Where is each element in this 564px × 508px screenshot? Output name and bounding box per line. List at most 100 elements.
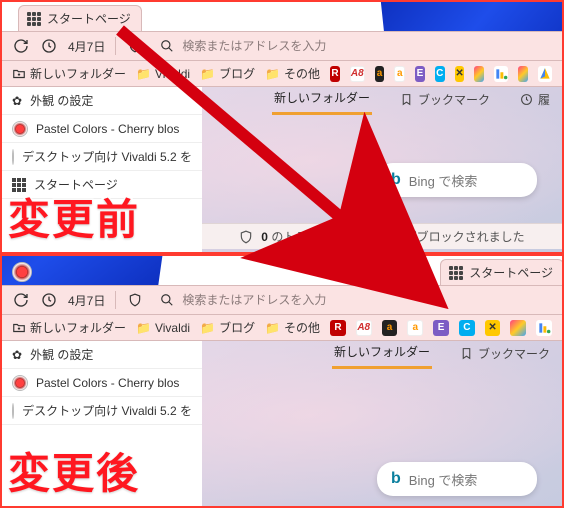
bm-label: その他 xyxy=(284,65,320,82)
bookmark-icon-e[interactable]: E xyxy=(433,320,449,336)
bookmarks-vivaldi[interactable]: 📁 Vivaldi xyxy=(136,67,190,81)
bm-label: Vivaldi xyxy=(155,67,190,81)
shield-icon[interactable] xyxy=(126,291,144,309)
bookmark-icon-ads1[interactable] xyxy=(494,66,508,82)
bing-logo-icon: b xyxy=(391,470,401,488)
before-panel: スタートページ 4月7日 新しいフォルダー 📁 Vivaldi 📁 ブログ xyxy=(0,0,564,254)
bookmark-icon-amazon2[interactable]: a xyxy=(407,320,423,336)
bookmarks-blog[interactable]: 📁 ブログ xyxy=(200,319,255,336)
bookmark-icon-color1[interactable] xyxy=(510,320,526,336)
bookmarks-bar: 新しいフォルダー 📁 Vivaldi 📁 ブログ 📁 その他 R A8 a a … xyxy=(2,61,562,87)
navtab-new-folder[interactable]: 新しいフォルダー xyxy=(332,343,432,369)
toolbar-separator xyxy=(115,291,116,309)
bookmarks-new-folder[interactable]: 新しいフォルダー xyxy=(12,65,126,82)
tab-label: ブックマーク xyxy=(418,91,490,108)
bookmark-icon-color2[interactable] xyxy=(518,66,528,82)
address-input[interactable] xyxy=(182,39,546,53)
bookmark-icon-rakuten[interactable]: R xyxy=(330,66,340,82)
bookmarks-vivaldi[interactable]: 📁 Vivaldi xyxy=(136,321,190,335)
tab-label: スタートページ xyxy=(469,264,553,281)
vivaldi-icon xyxy=(12,403,14,419)
bookmarks-new-folder[interactable]: 新しいフォルダー xyxy=(12,319,126,336)
bing-search-pill[interactable]: b Bing で検索 xyxy=(377,462,537,496)
address-bar[interactable] xyxy=(154,289,552,311)
bookmark-icon-c[interactable]: C xyxy=(459,320,475,336)
navtab-bookmark[interactable]: ブックマーク xyxy=(398,91,492,114)
panel-item-pastel[interactable]: Pastel Colors - Cherry blos xyxy=(2,115,202,143)
history-icon xyxy=(520,93,533,106)
tab-label: ブックマーク xyxy=(478,345,550,362)
start-page-tab[interactable]: スタートページ xyxy=(18,5,142,31)
bookmark-icon-amazon1[interactable]: a xyxy=(375,66,385,82)
panel-appearance-settings[interactable]: ✿ 外観 の設定 xyxy=(2,87,202,115)
bing-search-pill[interactable]: b Bing で検索 xyxy=(377,163,537,197)
panel-item-desktop-vivaldi[interactable]: デスクトップ向け Vivaldi 5.2 を xyxy=(2,143,202,171)
bookmark-icon-a8[interactable]: A8 xyxy=(350,66,365,82)
panel-item-label: デスクトップ向け Vivaldi 5.2 を xyxy=(22,148,192,165)
before-label: 変更前 xyxy=(8,186,140,247)
tab-label: 新しいフォルダー xyxy=(274,89,370,106)
start-page-tab-right[interactable]: スタートページ xyxy=(440,259,564,285)
panel-item-label: Pastel Colors - Cherry blos xyxy=(36,376,179,390)
bm-label: 新しいフォルダー xyxy=(30,319,126,336)
bookmark-icon-amazon1[interactable]: a xyxy=(382,320,398,336)
bookmark-icon-color1[interactable] xyxy=(474,66,484,82)
tracker-blocked-banner: 0 のトラッカーと 0 の広告がブロックされました xyxy=(202,223,562,249)
panel-item-label: 外観 の設定 xyxy=(30,346,93,363)
gear-icon: ✿ xyxy=(12,348,22,362)
clock-icon[interactable] xyxy=(40,37,58,55)
bookmarks-other[interactable]: 📁 その他 xyxy=(265,319,320,336)
address-bar[interactable] xyxy=(154,35,552,57)
date-label: 4月7日 xyxy=(68,292,105,309)
vivaldi-icon xyxy=(12,149,14,165)
bookmark-icon-c[interactable]: C xyxy=(435,66,445,82)
navtab-new-folder[interactable]: 新しいフォルダー xyxy=(272,89,372,115)
bookmark-icon-rakuten[interactable]: R xyxy=(330,320,346,336)
after-label: 変更後 xyxy=(8,440,140,501)
startpage-nav-tabs: 新しいフォルダー ブックマーク 履 xyxy=(202,87,562,117)
bm-label: 新しいフォルダー xyxy=(30,65,126,82)
address-toolbar: 4月7日 xyxy=(2,31,562,61)
panel-item-label: 外観 の設定 xyxy=(30,92,93,109)
address-input[interactable] xyxy=(182,293,546,307)
startpage-nav-tabs: 新しいフォルダー ブックマーク xyxy=(202,341,562,371)
reload-icon[interactable] xyxy=(12,291,30,309)
speed-dial-icon xyxy=(27,12,41,26)
panel-item-desktop-vivaldi[interactable]: デスクトップ向け Vivaldi 5.2 を xyxy=(2,397,202,425)
bookmark-icon-e[interactable]: E xyxy=(415,66,425,82)
folder-icon: 📁 xyxy=(200,321,215,335)
bookmark-icon-ads1[interactable] xyxy=(536,320,552,336)
bing-label: Bing で検索 xyxy=(409,171,478,190)
panel-item-label: Pastel Colors - Cherry blos xyxy=(36,122,179,136)
bookmark-icon-x[interactable]: ✕ xyxy=(455,66,465,82)
panel-appearance-settings[interactable]: ✿ 外観 の設定 xyxy=(2,341,202,369)
date-label: 4月7日 xyxy=(68,38,105,55)
bm-label: ブログ xyxy=(219,319,255,336)
tracker-text: 0 のトラッカーと 0 の広告がブロックされました xyxy=(261,228,524,245)
bookmarks-blog[interactable]: 📁 ブログ xyxy=(200,65,255,82)
search-icon xyxy=(160,293,174,307)
navtab-history[interactable]: 履 xyxy=(518,91,552,114)
navtab-bookmark[interactable]: ブックマーク xyxy=(458,345,552,368)
shield-icon[interactable] xyxy=(126,37,144,55)
clock-icon[interactable] xyxy=(40,291,58,309)
bing-logo-icon: b xyxy=(391,171,401,189)
bm-label: その他 xyxy=(284,319,320,336)
bookmark-icon-ads2[interactable] xyxy=(538,66,552,82)
bm-label: ブログ xyxy=(219,65,255,82)
panel-item-pastel[interactable]: Pastel Colors - Cherry blos xyxy=(2,369,202,397)
vivaldi-app-icon[interactable] xyxy=(12,262,32,282)
folder-icon: 📁 xyxy=(136,67,151,81)
bookmark-icon-amazon2[interactable]: a xyxy=(394,66,405,82)
bookmark-icon-x[interactable]: ✕ xyxy=(485,320,501,336)
bookmark-icon-a8[interactable]: A8 xyxy=(356,320,372,336)
reload-icon[interactable] xyxy=(12,37,30,55)
bookmarks-other[interactable]: 📁 その他 xyxy=(265,65,320,82)
bookmarks-bar: 新しいフォルダー 📁 Vivaldi 📁 ブログ 📁 その他 R A8 a a … xyxy=(2,315,562,341)
folder-add-icon xyxy=(12,321,26,335)
speed-dial-icon xyxy=(449,266,463,280)
after-panel: スタートページ 4月7日 新しいフォルダー 📁 Vivaldi 📁 xyxy=(0,254,564,508)
folder-icon: 📁 xyxy=(265,67,280,81)
tab-label: 新しいフォルダー xyxy=(334,343,430,360)
folder-icon: 📁 xyxy=(136,321,151,335)
